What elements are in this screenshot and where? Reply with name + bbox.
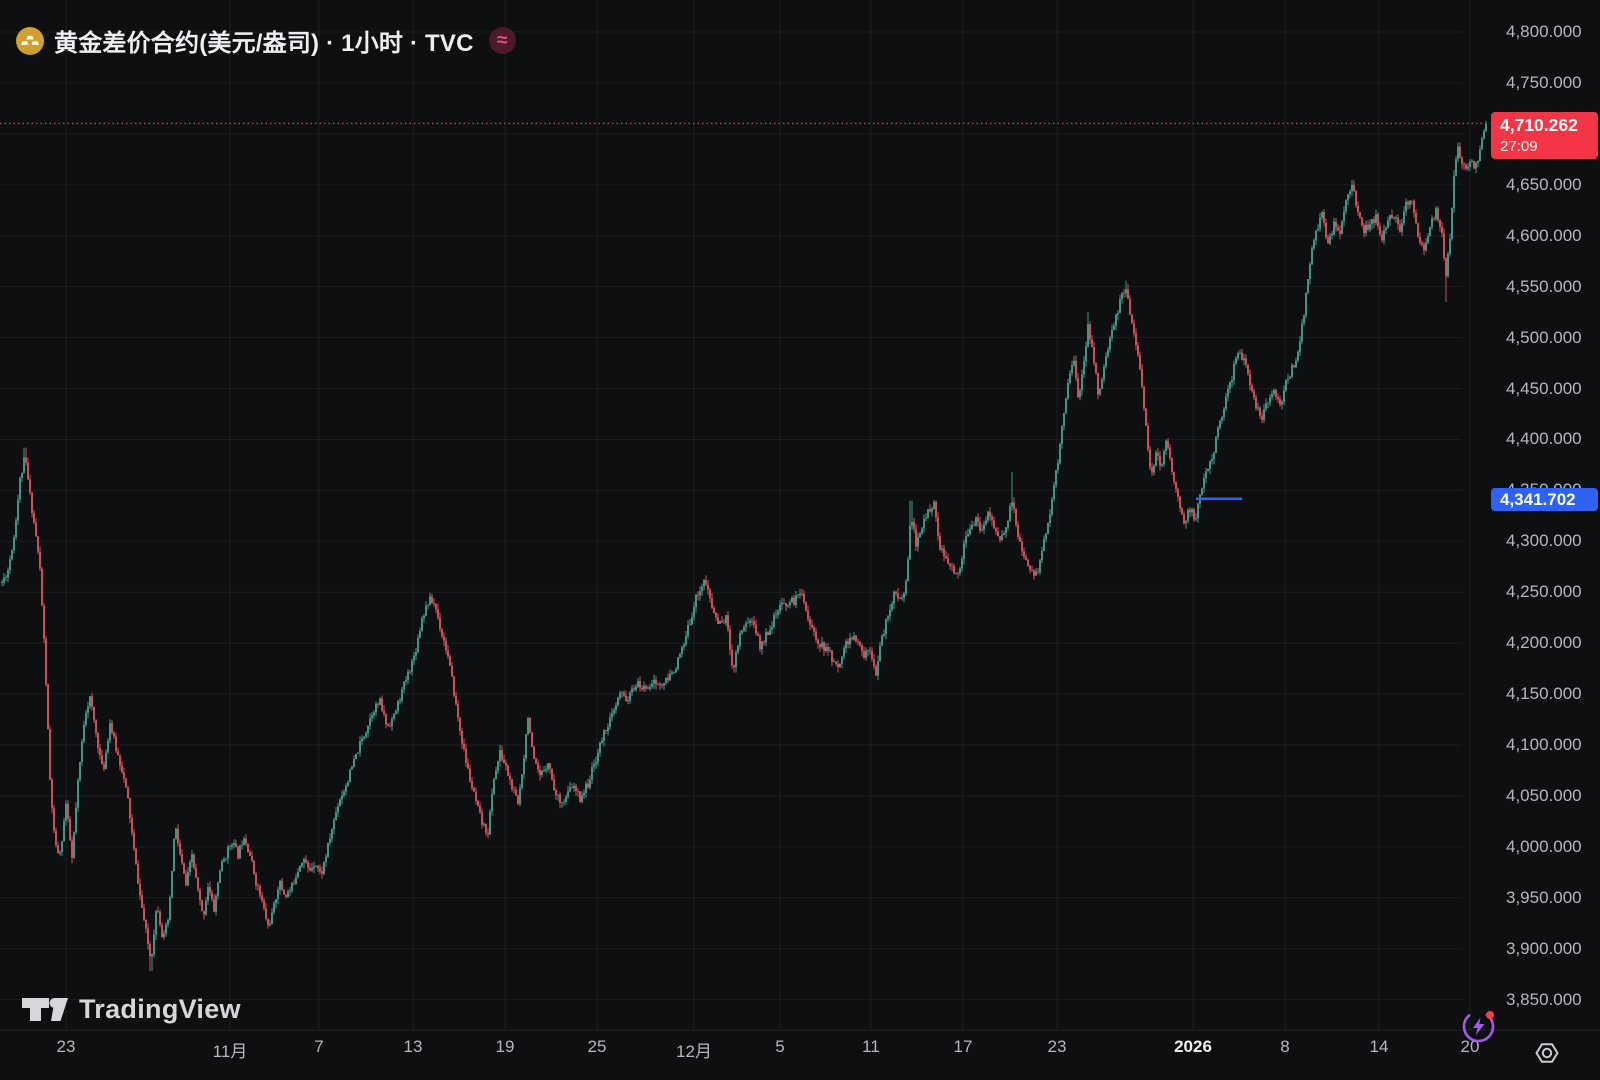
time-tick-label: 2026: [1174, 1037, 1212, 1057]
price-tick-label: 4,650.000: [1506, 175, 1582, 195]
price-tick-label: 4,550.000: [1506, 277, 1582, 297]
approx-equal-icon: ≈: [489, 27, 516, 54]
price-tick-label: 3,900.000: [1506, 939, 1582, 959]
lightning-icon[interactable]: [1460, 1008, 1497, 1045]
price-tick-label: 4,000.000: [1506, 837, 1582, 857]
time-tick-label: 11月: [213, 1037, 248, 1062]
price-chart[interactable]: [0, 0, 1600, 1080]
time-tick-label: 11: [862, 1037, 880, 1057]
approx-glyph: ≈: [497, 30, 507, 52]
alert-price-badge: 4,341.702: [1491, 488, 1598, 511]
symbol-title: 黄金差价合约(美元/盎司) · 1小时 · TVC: [54, 23, 474, 58]
price-tick-label: 4,800.000: [1506, 22, 1582, 42]
price-tick-label: 3,850.000: [1506, 990, 1582, 1010]
time-tick-label: 14: [1370, 1037, 1389, 1057]
gear-icon[interactable]: [1534, 1040, 1560, 1066]
tradingview-logo-mark: [22, 997, 68, 1022]
price-tick-label: 3,950.000: [1506, 888, 1582, 908]
price-tick-label: 4,100.000: [1506, 735, 1582, 755]
price-tick-label: 4,450.000: [1506, 379, 1582, 399]
symbol-header[interactable]: 黄金差价合约(美元/盎司) · 1小时 · TVC ≈: [16, 23, 516, 58]
time-tick-label: 13: [404, 1037, 423, 1057]
time-tick-label: 5: [775, 1037, 784, 1057]
notification-dot: [1486, 1011, 1494, 1019]
time-tick-label: 23: [57, 1037, 76, 1057]
last-price-badge: 4,710.262 27:09: [1491, 112, 1598, 159]
bar-countdown: 27:09: [1500, 137, 1598, 156]
price-tick-label: 4,750.000: [1506, 73, 1582, 93]
price-tick-label: 4,250.000: [1506, 582, 1582, 602]
time-tick-label: 23: [1048, 1037, 1067, 1057]
price-tick-label: 4,200.000: [1506, 633, 1582, 653]
time-tick-label: 7: [314, 1037, 323, 1057]
price-tick-label: 4,500.000: [1506, 328, 1582, 348]
alert-price-value: 4,341.702: [1500, 490, 1576, 509]
time-tick-label: 25: [588, 1037, 607, 1057]
price-tick-label: 4,600.000: [1506, 226, 1582, 246]
time-tick-label: 19: [496, 1037, 515, 1057]
tradingview-logo[interactable]: TradingView: [22, 994, 241, 1025]
time-tick-label: 12月: [676, 1037, 712, 1062]
tradingview-logo-text: TradingView: [79, 994, 241, 1025]
time-tick-label: 8: [1280, 1037, 1289, 1057]
price-tick-label: 4,400.000: [1506, 429, 1582, 449]
tradingview-chart-window: { "header": { "title": "黄金差价合约(美元/盎司) · …: [0, 0, 1600, 1080]
price-tick-label: 4,150.000: [1506, 684, 1582, 704]
time-tick-label: 17: [954, 1037, 973, 1057]
gold-bars-icon: [16, 27, 44, 55]
price-tick-label: 4,050.000: [1506, 786, 1582, 806]
price-tick-label: 4,300.000: [1506, 531, 1582, 551]
last-price-value: 4,710.262: [1500, 114, 1598, 137]
